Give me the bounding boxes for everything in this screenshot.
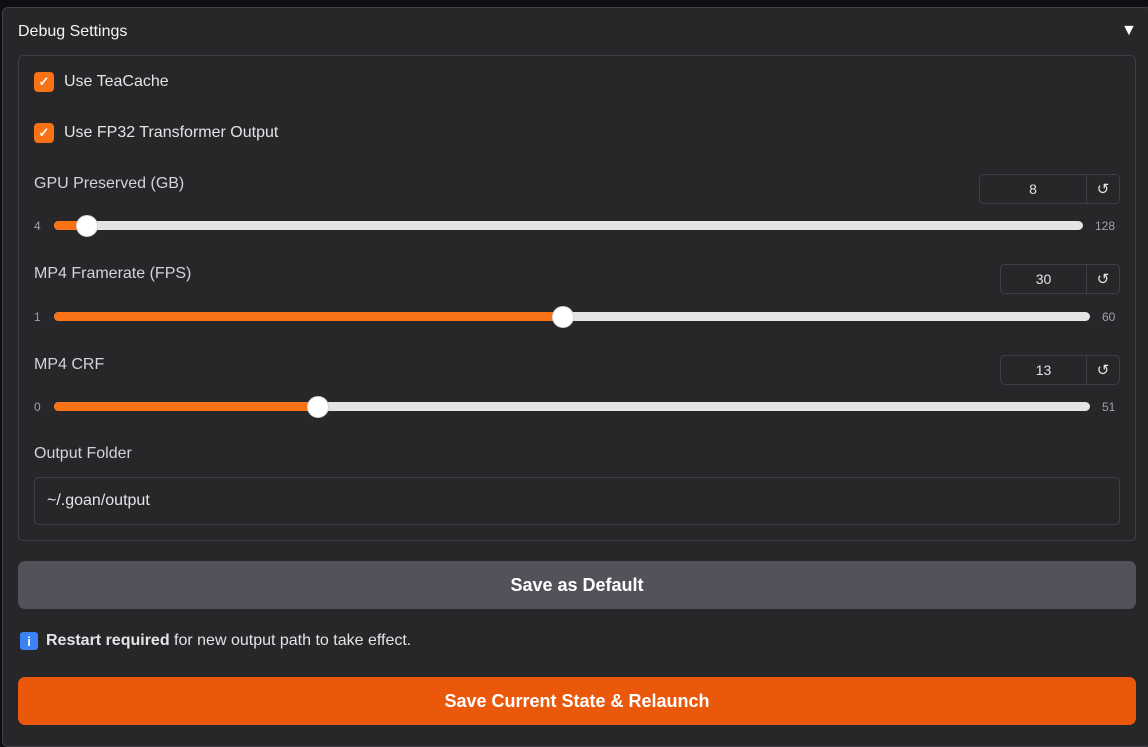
slider-max: 51 — [1102, 400, 1116, 414]
slider-thumb[interactable] — [552, 306, 575, 328]
save-relaunch-button[interactable]: Save Current State & Relaunch — [18, 677, 1136, 725]
framerate-number-input[interactable]: 30 ↺ — [1000, 264, 1120, 294]
note-text: for new output path to take effect. — [169, 632, 412, 649]
slider-min: 0 — [34, 400, 41, 414]
reset-icon[interactable]: ↺ — [1086, 265, 1119, 293]
slider-max: 128 — [1095, 219, 1116, 233]
reset-icon[interactable]: ↺ — [1086, 175, 1119, 203]
crf-slider[interactable] — [54, 396, 1090, 418]
slider-min: 1 — [34, 310, 41, 324]
framerate-slider[interactable] — [54, 306, 1090, 328]
gpu-preserved-number-input[interactable]: 8 ↺ — [979, 174, 1120, 204]
use-fp32-checkbox[interactable]: ✓ Use FP32 Transformer Output — [34, 123, 278, 143]
number-value[interactable]: 13 — [1001, 356, 1086, 384]
gpu-preserved-label: GPU Preserved (GB) — [34, 175, 185, 192]
restart-note: i Restart required for new output path to… — [20, 632, 411, 650]
note-bold: Restart required — [46, 632, 170, 649]
number-value[interactable]: 8 — [980, 175, 1086, 203]
slider-thumb[interactable] — [307, 396, 330, 418]
slider-min: 4 — [34, 219, 41, 233]
collapse-triangle-icon[interactable]: ▼ — [1121, 22, 1137, 40]
settings-group: ✓ Use TeaCache ✓ Use FP32 Transformer Outp… — [18, 55, 1136, 541]
section-title: Debug Settings — [18, 23, 128, 40]
crf-number-input[interactable]: 13 ↺ — [1000, 355, 1120, 385]
output-folder-input[interactable]: ~/.goan/output — [34, 477, 1120, 525]
crf-label: MP4 CRF — [34, 356, 105, 373]
output-folder-label: Output Folder — [34, 445, 132, 462]
number-value[interactable]: 30 — [1001, 265, 1086, 293]
slider-max: 60 — [1102, 310, 1116, 324]
slider-fill — [54, 402, 319, 411]
save-as-default-button[interactable]: Save as Default — [18, 561, 1136, 609]
slider-thumb[interactable] — [76, 215, 99, 237]
checkmark-icon: ✓ — [34, 72, 54, 92]
use-teacache-checkbox[interactable]: ✓ Use TeaCache — [34, 72, 169, 92]
info-icon: i — [20, 632, 38, 650]
framerate-label: MP4 Framerate (FPS) — [34, 265, 192, 282]
checkbox-label: Use TeaCache — [64, 73, 169, 90]
debug-settings-panel: Debug Settings ▼ ✓ Use TeaCache ✓ Use FP32… — [2, 7, 1148, 747]
checkmark-icon: ✓ — [34, 123, 54, 143]
reset-icon[interactable]: ↺ — [1086, 356, 1119, 384]
checkbox-label: Use FP32 Transformer Output — [64, 124, 279, 141]
slider-fill — [54, 312, 564, 321]
gpu-preserved-slider[interactable] — [54, 215, 1083, 237]
